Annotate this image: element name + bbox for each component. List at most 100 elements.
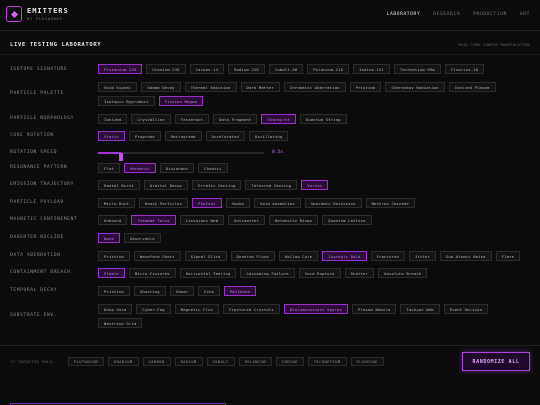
option-meltdown[interactable]: Meltdown bbox=[224, 286, 257, 296]
option-tethered-venting[interactable]: Tethered Venting bbox=[245, 180, 298, 190]
option-chaotic[interactable]: Chaotic bbox=[198, 163, 228, 173]
option-void-signal[interactable]: Void Signal bbox=[98, 82, 138, 92]
option-fractured-crystals[interactable]: Fractured Crystals bbox=[223, 304, 280, 314]
option-unbound[interactable]: Unbound bbox=[98, 215, 128, 225]
option-dissonant[interactable]: Dissonant bbox=[159, 163, 195, 173]
option-sub-atomic-noise[interactable]: Sub-Atomic Noise bbox=[439, 251, 492, 261]
option-technetium-99m[interactable]: Technetium-99m bbox=[394, 64, 441, 74]
option-observable[interactable]: Observable bbox=[123, 233, 161, 243]
option-ionized-plasma[interactable]: Ionized Plasma bbox=[448, 82, 496, 92]
option-radial-burst[interactable]: Radial Burst bbox=[98, 180, 140, 190]
option-cascading-failure[interactable]: Cascading Failure bbox=[240, 268, 295, 278]
option-jitter[interactable]: Jitter bbox=[408, 251, 436, 261]
option-erratic-venting[interactable]: Erratic Venting bbox=[192, 180, 242, 190]
option-antimatter[interactable]: Antimatter bbox=[228, 215, 265, 225]
option-plutonium-239[interactable]: Plutonium-239 bbox=[98, 64, 143, 74]
option-none[interactable]: None bbox=[98, 233, 120, 243]
option-void-anomalies[interactable]: Void Anomalies bbox=[254, 198, 301, 208]
option-isotopic-bold[interactable]: Isotopic Bold bbox=[322, 251, 367, 261]
option-bioluminescent-spores[interactable]: Bioluminescent Spores bbox=[283, 304, 349, 314]
option-event-horizon[interactable]: Event Horizon bbox=[443, 304, 489, 314]
option-heavy-particles[interactable]: Heavy Particles bbox=[138, 198, 189, 208]
option-plasma-nebula[interactable]: Plasma Nebula bbox=[352, 304, 397, 314]
option-sporadic-emissions[interactable]: Sporadic Emissions bbox=[304, 198, 362, 208]
option-uranium-235[interactable]: Uranium-235 bbox=[146, 64, 186, 74]
option-iodine-131[interactable]: Iodine-131 bbox=[353, 64, 390, 74]
option-pristine[interactable]: Pristine bbox=[98, 251, 130, 261]
option-carbon-14[interactable]: Carbon-14 bbox=[189, 64, 225, 74]
option-neutron-cascade[interactable]: Neutron Cascade bbox=[365, 198, 415, 208]
option-crystalline[interactable]: Crystalline bbox=[131, 114, 171, 124]
option-orbital-decay[interactable]: Orbital Decay bbox=[143, 180, 189, 190]
randomize-all-button[interactable]: RANDOMIZE ALL bbox=[462, 352, 530, 371]
option-void-rupture[interactable]: Void Rupture bbox=[298, 268, 341, 278]
option-absolute-breach[interactable]: Absolute Breach bbox=[378, 268, 428, 278]
option-ionized[interactable]: Ionized bbox=[98, 114, 128, 124]
option-data-fragment[interactable]: Data Fragment bbox=[213, 114, 258, 124]
option-photons[interactable]: Photons bbox=[192, 198, 222, 208]
target-carbon[interactable]: CARBON bbox=[142, 357, 171, 366]
option-starburst[interactable]: Starburst bbox=[261, 114, 296, 124]
option-cherenkov-radiation[interactable]: Cherenkov Radiation bbox=[385, 82, 445, 92]
target-radium[interactable]: RADIUM bbox=[174, 357, 203, 366]
option-accelerated[interactable]: Accelerated bbox=[205, 131, 246, 141]
option-echo[interactable]: Echo bbox=[198, 286, 221, 296]
option-fluorine-18[interactable]: Fluorine-18 bbox=[444, 64, 485, 74]
option-signal-slice[interactable]: Signal Slice bbox=[184, 251, 227, 261]
option-stable[interactable]: Stable bbox=[98, 268, 125, 278]
option-shatter[interactable]: Shatter bbox=[344, 268, 374, 278]
option-quantum-lattice[interactable]: Quantum Lattice bbox=[322, 215, 372, 225]
option-thermal-emission[interactable]: Thermal Emission bbox=[184, 82, 237, 92]
nav-laboratory[interactable]: LABORATORY bbox=[387, 12, 421, 17]
option-flare[interactable]: Flare bbox=[495, 251, 521, 261]
target-uranium[interactable]: URANIUM bbox=[107, 357, 139, 366]
nav-art[interactable]: ART bbox=[520, 12, 530, 17]
option-flat[interactable]: Flat bbox=[98, 163, 120, 173]
option-pristine[interactable]: Pristine bbox=[98, 286, 130, 296]
option-prograde[interactable]: Prograde bbox=[128, 131, 161, 141]
option-pristine[interactable]: Pristine bbox=[349, 82, 382, 92]
option-oscillating[interactable]: Oscillating bbox=[249, 131, 289, 141]
option-tesseract[interactable]: Tesseract bbox=[174, 114, 210, 124]
option-harmonic[interactable]: Harmonic bbox=[123, 163, 156, 173]
option-static[interactable]: Static bbox=[98, 131, 125, 141]
nav-research[interactable]: RESEARCH bbox=[433, 12, 460, 17]
option-radium-226[interactable]: Radium-226 bbox=[228, 64, 265, 74]
option-cyber-fog[interactable]: Cyber-Fog bbox=[136, 304, 171, 314]
logo-icon[interactable] bbox=[6, 6, 22, 22]
target-cobalt[interactable]: COBALT bbox=[206, 357, 235, 366]
option-tokamak-torus[interactable]: Tokamak Torus bbox=[131, 215, 176, 225]
option-cobalt-60[interactable]: Cobalt-60 bbox=[268, 64, 304, 74]
option-quantum-fluxe[interactable]: Quantum Fluxe bbox=[230, 251, 275, 261]
target-fluorine[interactable]: FLUORINE bbox=[350, 357, 384, 366]
option-hollow-core[interactable]: Hollow Core bbox=[278, 251, 319, 261]
rotation-speed-slider[interactable] bbox=[98, 152, 264, 161]
option-vortex[interactable]: Vortex bbox=[301, 180, 329, 190]
option-dark-matter[interactable]: Dark Matter bbox=[240, 82, 280, 92]
target-iodine[interactable]: IODINE bbox=[275, 357, 304, 366]
option-chromatic-aberration[interactable]: Chromatic Aberration bbox=[283, 82, 346, 92]
option-ghosting[interactable]: Ghosting bbox=[133, 286, 166, 296]
option-micro-dust[interactable]: Micro-Dust bbox=[98, 198, 135, 208]
option-waveform-ghost[interactable]: Waveform Ghost bbox=[133, 251, 181, 261]
option-quantum-string[interactable]: Quantum String bbox=[299, 114, 347, 124]
option-helmholtz-rings[interactable]: Helmholtz Rings bbox=[268, 215, 319, 225]
option-isotopic-byproduct[interactable]: Isotopic Byproduct bbox=[98, 96, 155, 106]
target-technetium[interactable]: TECHNETIUM bbox=[307, 357, 347, 366]
option-horizontal-tearing[interactable]: Horizontal Tearing bbox=[179, 268, 237, 278]
option-smoke[interactable]: Smoke bbox=[225, 198, 250, 208]
option-lissajous-web[interactable]: Lissajous Web bbox=[179, 215, 225, 225]
option-polonium-210[interactable]: Polonium-210 bbox=[307, 64, 350, 74]
option-micro-fissures[interactable]: Micro-Fissures bbox=[128, 268, 176, 278]
option-gamma-decay[interactable]: Gamma Decay bbox=[141, 82, 181, 92]
option-fission-magma[interactable]: Fission Magma bbox=[158, 96, 204, 106]
nav-production[interactable]: PRODUCTION bbox=[473, 12, 507, 17]
option-fractured[interactable]: Fractured bbox=[370, 251, 405, 261]
option-smear[interactable]: Smear bbox=[169, 286, 195, 296]
option-magnetic-flux[interactable]: Magnetic Flux bbox=[174, 304, 220, 314]
target-plutonium[interactable]: PLUTONIUM bbox=[68, 357, 104, 366]
slider-thumb[interactable] bbox=[119, 153, 123, 161]
option-retrograde[interactable]: Retrograde bbox=[164, 131, 202, 141]
option-tachyon-web[interactable]: Tachyon Web bbox=[400, 304, 440, 314]
option-neutrino-grid[interactable]: Neutrino Grid bbox=[98, 318, 143, 328]
